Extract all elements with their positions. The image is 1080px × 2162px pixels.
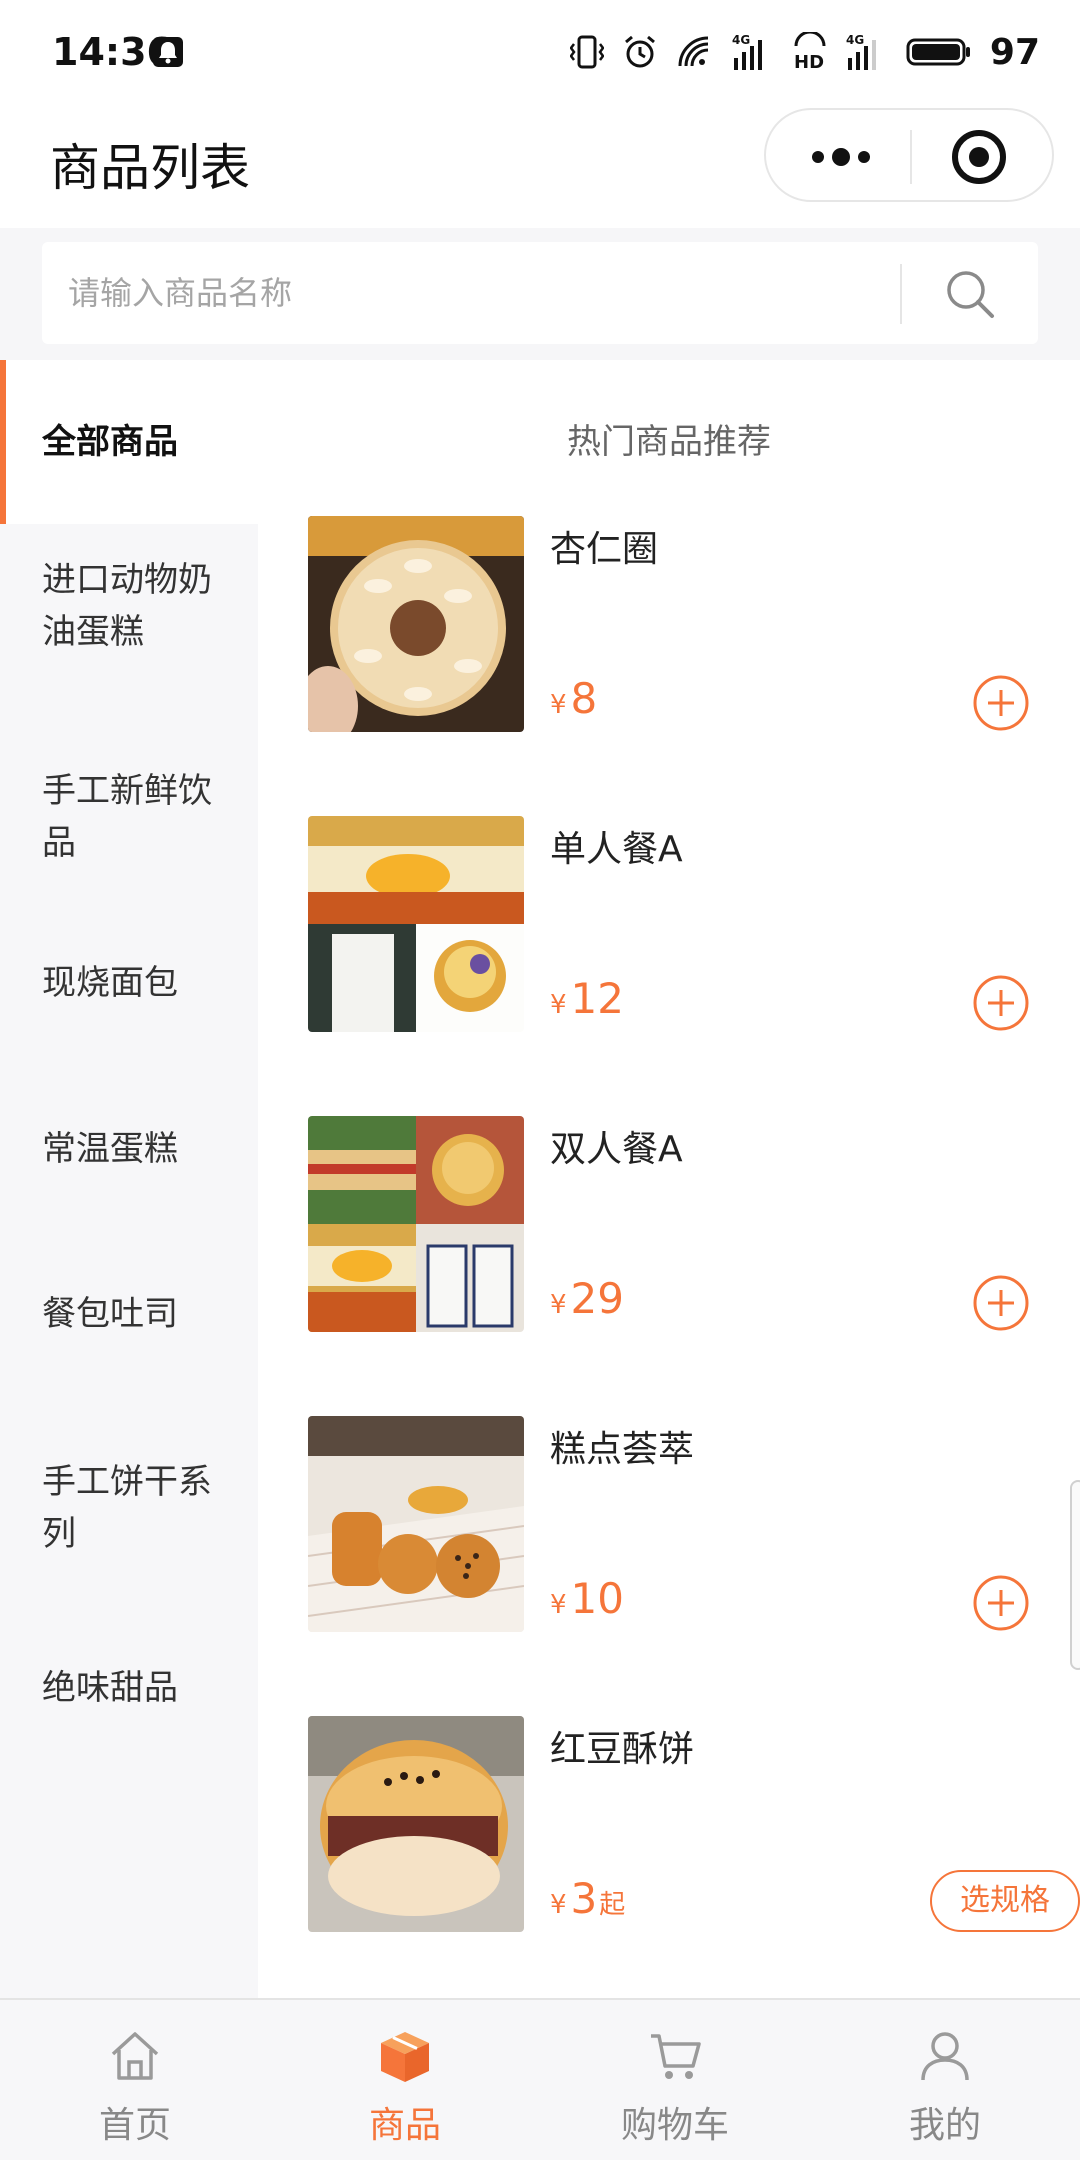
sidebar-item-fresh-bread[interactable]: 现烧面包 <box>0 938 258 1028</box>
cart-icon <box>651 2034 701 2079</box>
price-value: 8 <box>570 674 598 723</box>
sidebar-item-toast[interactable]: 餐包吐司 <box>0 1269 258 1359</box>
sidebar-item-imported-cream-cake[interactable]: 进口动物奶油蛋糕 <box>0 524 258 688</box>
close-target-icon[interactable] <box>950 128 1008 186</box>
search-divider <box>900 264 902 324</box>
tab-label: 首页 <box>98 2105 171 2146</box>
sidebar-item-room-temp-cake[interactable]: 常温蛋糕 <box>0 1104 258 1194</box>
sidebar-item-fresh-drinks[interactable]: 手工新鲜饮品 <box>0 735 258 899</box>
tab-cart[interactable]: 购物车 <box>540 2000 810 2162</box>
tab-label: 购物车 <box>620 2105 729 2146</box>
product-price: ¥10 <box>550 1574 624 1623</box>
section-title: 热门商品推荐 <box>567 422 771 462</box>
product-price: ¥29 <box>550 1274 624 1323</box>
page-title: 商品列表 <box>50 139 250 197</box>
price-value: 3 <box>570 1874 598 1923</box>
tab-home[interactable]: 首页 <box>0 2000 270 2162</box>
product-price: ¥12 <box>550 974 624 1023</box>
tab-label: 商品 <box>368 2105 441 2146</box>
sidebar-item-label: 全部商品 <box>42 422 178 462</box>
svg-text:4G: 4G <box>846 33 864 47</box>
scrollbar[interactable] <box>1070 1480 1080 1670</box>
product-image <box>308 1716 524 1932</box>
product-card[interactable]: 红豆酥饼 ¥3起 选规格 <box>308 1716 1080 1932</box>
sidebar-item-label: 常温蛋糕 <box>42 1129 178 1169</box>
signal-4g-icon: 4G <box>732 33 762 70</box>
tab-mine[interactable]: 我的 <box>810 2000 1080 2162</box>
search-icon[interactable] <box>942 266 998 322</box>
product-image <box>308 1116 524 1332</box>
sidebar-item-label: 绝味甜品 <box>42 1668 178 1708</box>
signal-4g-icon-2: 4G <box>846 33 876 70</box>
product-name: 红豆酥饼 <box>550 1729 695 1770</box>
price-value: 10 <box>570 1574 624 1623</box>
tab-label: 我的 <box>908 2105 981 2146</box>
add-to-cart-icon[interactable] <box>972 1274 1030 1332</box>
price-value: 12 <box>570 974 624 1023</box>
home-icon <box>111 2032 159 2080</box>
product-card[interactable]: 双人餐A ¥29 <box>308 1116 1048 1332</box>
product-name: 糕点荟萃 <box>550 1429 695 1470</box>
select-spec-button[interactable]: 选规格 <box>930 1870 1080 1932</box>
wifi-icon <box>678 36 709 67</box>
sidebar-item-label: 现烧面包 <box>42 963 178 1003</box>
product-name: 双人餐A <box>550 1129 683 1170</box>
product-price: ¥8 <box>550 674 597 723</box>
product-name: 单人餐A <box>550 829 683 870</box>
vibrate-icon <box>569 35 604 69</box>
price-currency: ¥ <box>550 990 567 1020</box>
price-currency: ¥ <box>550 690 567 720</box>
search-input[interactable] <box>66 242 906 344</box>
sidebar-item-cookies[interactable]: 手工饼干系列 <box>0 1426 258 1590</box>
sidebar-item-desserts[interactable]: 绝味甜品 <box>0 1643 258 1733</box>
search-box <box>42 242 1038 344</box>
price-currency: ¥ <box>550 1290 567 1320</box>
sidebar-item-label: 餐包吐司 <box>42 1294 178 1334</box>
product-card[interactable]: 杏仁圈 ¥8 <box>308 516 1048 732</box>
sidebar-item-label: 进口动物奶油蛋糕 <box>42 560 212 652</box>
product-list: 热门商品推荐 杏仁圈 ¥8 单人餐A ¥12 双人餐A ¥29 糕点荟萃 ¥10… <box>258 360 1080 1998</box>
price-currency: ¥ <box>550 1590 567 1620</box>
alarm-icon <box>624 35 655 68</box>
add-to-cart-icon[interactable] <box>972 1574 1030 1632</box>
add-to-cart-icon[interactable] <box>972 674 1030 732</box>
capsule-divider <box>910 130 912 184</box>
search-section <box>0 228 1080 360</box>
sidebar-item-all[interactable]: 全部商品 <box>0 360 258 524</box>
svg-text:4G: 4G <box>732 33 750 47</box>
product-price: ¥3起 <box>550 1874 625 1923</box>
sidebar-item-label: 手工新鲜饮品 <box>42 771 212 863</box>
category-sidebar: 全部商品 进口动物奶油蛋糕 手工新鲜饮品 现烧面包 常温蛋糕 餐包吐司 手工饼干… <box>0 360 258 1998</box>
more-icon[interactable] <box>806 132 876 182</box>
add-to-cart-icon[interactable] <box>972 974 1030 1032</box>
user-icon <box>921 2032 969 2081</box>
sidebar-item-label: 手工饼干系列 <box>42 1462 212 1554</box>
battery-level: 97 <box>989 31 1040 73</box>
product-card[interactable]: 糕点荟萃 ¥10 <box>308 1416 1048 1632</box>
product-image <box>308 816 524 1032</box>
svg-text:HD: HD <box>794 52 824 72</box>
hd-icon: HD <box>794 32 826 72</box>
product-card[interactable]: 单人餐A ¥12 <box>308 816 1048 1032</box>
box-icon <box>381 2032 429 2082</box>
product-image <box>308 516 524 732</box>
product-name: 杏仁圈 <box>550 529 659 570</box>
price-value: 29 <box>570 1274 624 1323</box>
price-suffix: 起 <box>599 1890 626 1920</box>
nav-bar: 商品列表 <box>0 108 1080 228</box>
battery-icon <box>906 38 970 66</box>
notification-icon <box>153 37 183 67</box>
status-icons: 4G HD 4G 97 <box>569 30 1040 74</box>
status-bar: 14:36 4G HD 4G 97 <box>0 0 1080 108</box>
tab-products[interactable]: 商品 <box>270 2000 540 2162</box>
product-image <box>308 1416 524 1632</box>
mini-program-capsule <box>764 108 1054 202</box>
tab-bar: 首页 商品 购物车 我的 <box>0 1998 1080 2160</box>
price-currency: ¥ <box>550 1890 567 1920</box>
